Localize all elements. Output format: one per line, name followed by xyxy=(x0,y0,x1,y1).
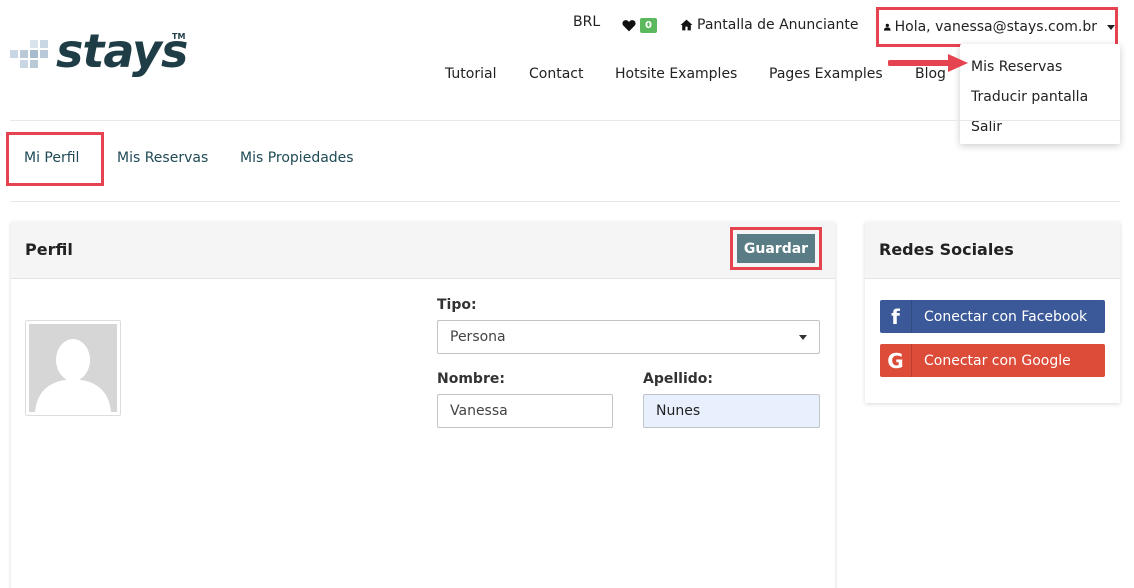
tabs-divider xyxy=(10,201,1120,202)
chevron-down-icon xyxy=(1107,24,1115,30)
apellido-input[interactable]: Nunes xyxy=(643,394,820,428)
annotation-highlight-save: Guardar xyxy=(730,227,822,270)
tipo-select-value: Persona xyxy=(450,329,506,345)
google-connect-button[interactable]: G Conectar con Google xyxy=(880,344,1105,377)
dropdown-item-salir[interactable]: Salir xyxy=(960,112,1120,142)
currency-selector[interactable]: BRL xyxy=(573,14,600,36)
annotation-arrow-icon xyxy=(888,54,968,72)
header-divider xyxy=(10,120,1120,121)
profile-card-title: Perfil xyxy=(25,240,73,259)
user-dropdown-menu: Mis Reservas Traducir pantalla Salir xyxy=(960,44,1120,144)
tab-mis-reservas[interactable]: Mis Reservas xyxy=(117,150,208,166)
save-button[interactable]: Guardar xyxy=(737,234,815,263)
profile-card-header: Perfil xyxy=(11,222,835,279)
nav-pages-examples[interactable]: Pages Examples xyxy=(769,66,883,82)
dropdown-item-mis-reservas[interactable]: Mis Reservas xyxy=(960,52,1120,82)
tab-mi-perfil[interactable]: Mi Perfil xyxy=(24,150,79,166)
home-icon xyxy=(680,19,693,31)
chevron-down-icon xyxy=(799,335,807,340)
dropdown-item-traducir-pantalla[interactable]: Traducir pantalla xyxy=(960,82,1120,112)
tipo-select[interactable]: Persona xyxy=(437,320,820,354)
nombre-label: Nombre: xyxy=(437,371,505,387)
user-icon xyxy=(884,23,891,31)
logo-grid-icon xyxy=(10,40,48,68)
advertiser-link-label: Pantalla de Anunciante xyxy=(697,17,859,33)
user-greeting: Hola, vanessa@stays.com.br xyxy=(894,19,1097,35)
google-connect-label: Conectar con Google xyxy=(924,352,1071,369)
nombre-input-value: Vanessa xyxy=(450,403,508,419)
social-card-title: Redes Sociales xyxy=(879,240,1014,259)
favorites-link[interactable]: 0 xyxy=(622,14,657,36)
avatar-placeholder-icon xyxy=(29,324,117,412)
apellido-label: Apellido: xyxy=(643,371,713,387)
nombre-input[interactable]: Vanessa xyxy=(437,394,613,428)
facebook-icon: f xyxy=(880,300,912,333)
user-menu-toggle[interactable]: Hola, vanessa@stays.com.br xyxy=(876,7,1118,47)
tab-mis-propiedades[interactable]: Mis Propiedades xyxy=(240,150,354,166)
heart-icon xyxy=(622,19,636,31)
facebook-connect-button[interactable]: f Conectar con Facebook xyxy=(880,300,1105,333)
nav-tutorial[interactable]: Tutorial xyxy=(445,66,496,82)
social-card-header: Redes Sociales xyxy=(865,222,1120,279)
nav-contact[interactable]: Contact xyxy=(529,66,583,82)
apellido-input-value: Nunes xyxy=(656,403,701,419)
advertiser-link[interactable]: Pantalla de Anunciante xyxy=(680,14,858,36)
avatar[interactable] xyxy=(25,320,121,416)
stays-logo[interactable]: stays TM xyxy=(10,24,190,78)
favorites-count-badge: 0 xyxy=(640,17,657,33)
google-icon: G xyxy=(880,344,912,377)
facebook-connect-label: Conectar con Facebook xyxy=(924,308,1088,325)
nav-hotsite-examples[interactable]: Hotsite Examples xyxy=(615,66,737,82)
tipo-label: Tipo: xyxy=(437,297,477,313)
logo-text: stays xyxy=(56,24,188,78)
logo-trademark: TM xyxy=(172,32,186,41)
